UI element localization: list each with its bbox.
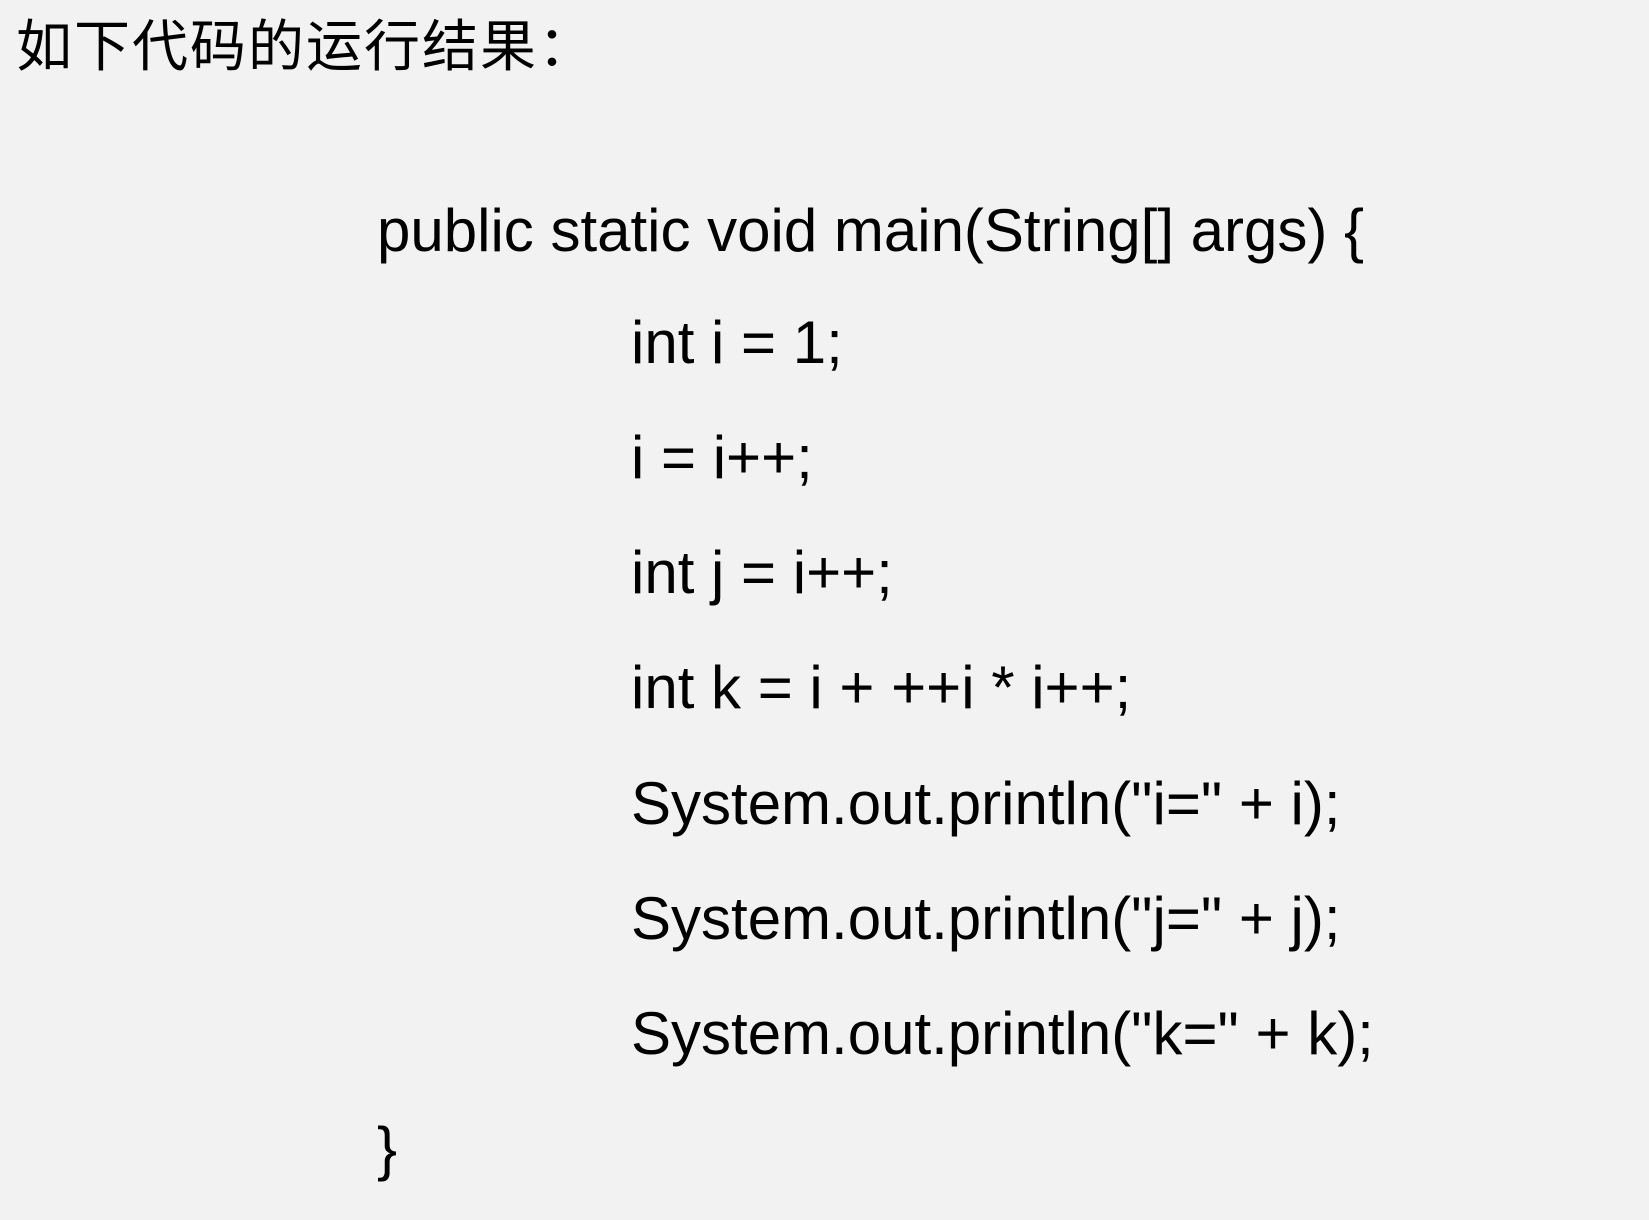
code-line: int j = i++; (631, 539, 893, 606)
code-line: System.out.println("i=" + i); (631, 770, 1341, 837)
code-line: int i = 1; (631, 309, 843, 376)
code-block: public static void main(String[] args) {… (0, 0, 1649, 1220)
code-line: i = i++; (631, 424, 813, 491)
code-line: int k = i + ++i * i++; (631, 654, 1132, 721)
closing-brace: } (377, 1115, 398, 1182)
code-line: System.out.println("j=" + j); (631, 885, 1341, 952)
method-signature: public static void main(String[] args) { (377, 197, 1365, 264)
code-line: System.out.println("k=" + k); (631, 1000, 1374, 1067)
